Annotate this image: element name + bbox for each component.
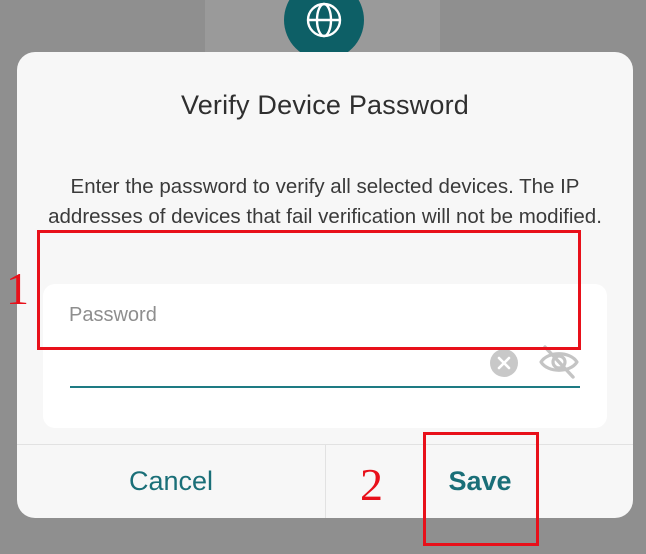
annotation-box-save [423,432,539,546]
annotation-box-password [37,230,581,350]
clear-circle-icon[interactable] [489,348,519,378]
globe-icon [306,2,342,38]
annotation-marker-1: 1 [6,263,29,314]
dialog-description: Enter the password to verify all selecte… [48,175,602,228]
button-separator [325,444,326,518]
password-underline [70,386,580,388]
cancel-button[interactable]: Cancel [17,444,325,518]
dialog-title: Verify Device Password [180,90,469,120]
annotation-marker-2: 2 [360,459,383,510]
